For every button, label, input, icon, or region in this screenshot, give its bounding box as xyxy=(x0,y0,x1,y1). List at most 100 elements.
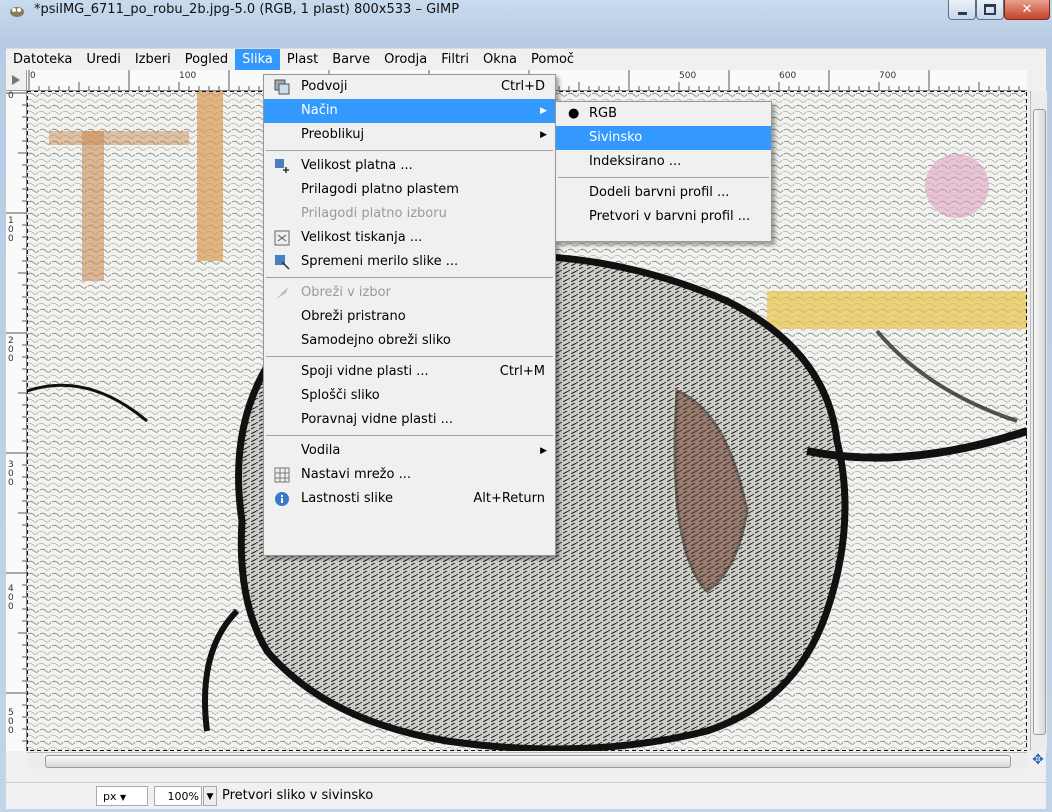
status-message: Pretvori sliko v sivinsko xyxy=(222,788,374,803)
menu-orodja[interactable]: Orodja xyxy=(377,49,434,71)
vertical-ruler: 0 100 200 300 400 500 xyxy=(6,91,27,751)
vertical-scrollbar[interactable] xyxy=(1030,91,1047,751)
menu-item-dodeli-barvni-profil[interactable]: Dodeli barvni profil ... xyxy=(556,181,771,205)
menu-filtri[interactable]: Filtri xyxy=(434,49,476,71)
menu-item-podvoji[interactable]: Podvoji Ctrl+D xyxy=(264,75,555,99)
menu-item-label: Način xyxy=(301,103,338,118)
menu-separator xyxy=(266,150,553,151)
menu-item-poravnaj-vidne-plasti[interactable]: Poravnaj vidne plasti ... xyxy=(264,408,555,432)
menu-item-indeksirano[interactable]: Indeksirano ... xyxy=(556,150,771,174)
menu-item-shortcut: Alt+Return xyxy=(473,491,545,506)
menu-item-label: Velikost tiskanja ... xyxy=(301,230,423,245)
submenu-arrow-icon: ▶ xyxy=(540,130,547,140)
menu-item-spremeni-merilo-slike[interactable]: Spremeni merilo slike ... xyxy=(264,250,555,274)
menu-item-samodejno-obrezi[interactable]: Samodejno obreži sliko xyxy=(264,329,555,353)
duplicate-icon xyxy=(274,79,290,95)
quick-mask-toggle[interactable] xyxy=(6,70,27,91)
menu-item-vodila[interactable]: Vodila ▶ xyxy=(264,439,555,463)
zoom-dropdown-button[interactable]: ▼ xyxy=(203,786,217,806)
menu-item-rgb[interactable]: ● RGB xyxy=(556,102,771,126)
menu-bar: Datoteka Uredi Izberi Pogled Slika Plast… xyxy=(6,48,1046,71)
menu-pomoc[interactable]: Pomoč xyxy=(524,49,581,71)
chevron-down-icon: ▼ xyxy=(206,792,214,802)
canvas-size-icon xyxy=(275,159,289,173)
chevron-down-icon: ▼ xyxy=(120,793,127,802)
menu-item-velikost-tiskanja[interactable]: Velikost tiskanja ... xyxy=(264,226,555,250)
menu-item-sivinsko[interactable]: Sivinsko xyxy=(556,126,771,150)
menu-item-label: Lastnosti slike xyxy=(301,491,393,506)
crop-icon xyxy=(276,287,288,299)
menu-separator xyxy=(266,435,553,436)
menu-separator xyxy=(266,277,553,278)
menu-item-splosci-sliko[interactable]: Splošči sliko xyxy=(264,384,555,408)
menu-item-label: RGB xyxy=(589,106,618,121)
scale-image-icon xyxy=(275,255,290,270)
menu-item-spoji-vidne-plasti[interactable]: Spoji vidne plasti ... Ctrl+M xyxy=(264,360,555,384)
slika-menu: Podvoji Ctrl+D Način ▶ Preoblikuj ▶ Veli… xyxy=(263,74,556,556)
nacin-submenu: ● RGB Sivinsko Indeksirano ... Dodeli ba… xyxy=(555,101,772,242)
menu-item-prilagodi-platno-izboru: Prilagodi platno izboru xyxy=(264,202,555,226)
menu-item-shortcut: Ctrl+M xyxy=(499,364,545,379)
window-title: *psiIMG_6711_po_robu_2b.jpg-5.0 (RGB, 1 … xyxy=(34,2,460,17)
menu-okna[interactable]: Okna xyxy=(476,49,524,71)
menu-item-label: Dodeli barvni profil ... xyxy=(589,185,730,200)
menu-item-label: Spoji vidne plasti ... xyxy=(301,364,429,379)
title-bar: *psiIMG_6711_po_robu_2b.jpg-5.0 (RGB, 1 … xyxy=(0,0,1052,22)
menu-item-label: Prilagodi platno plastem xyxy=(301,182,459,197)
menu-item-label: Poravnaj vidne plasti ... xyxy=(301,412,454,427)
info-icon xyxy=(275,492,289,506)
menu-item-preoblikuj[interactable]: Preoblikuj ▶ xyxy=(264,123,555,147)
menu-slika[interactable]: Slika xyxy=(235,49,280,71)
menu-pogled[interactable]: Pogled xyxy=(178,49,235,71)
menu-item-obrezi-v-izbor: Obreži v izbor xyxy=(264,281,555,305)
menu-item-label: Spremeni merilo slike ... xyxy=(301,254,459,269)
gimp-icon xyxy=(10,7,24,17)
menu-item-obrezi-pristrano[interactable]: Obreži pristrano xyxy=(264,305,555,329)
submenu-arrow-icon: ▶ xyxy=(540,106,547,116)
menu-plast[interactable]: Plast xyxy=(280,49,325,71)
vertical-scroll-thumb[interactable] xyxy=(1033,109,1046,735)
menu-item-label: Prilagodi platno izboru xyxy=(301,206,447,221)
minimize-icon xyxy=(957,11,967,15)
menu-separator xyxy=(266,356,553,357)
menu-item-label: Sivinsko xyxy=(589,130,643,145)
horizontal-scrollbar[interactable] xyxy=(27,752,1027,769)
menu-item-label: Preoblikuj xyxy=(301,127,365,142)
grid-icon xyxy=(274,467,290,483)
zoom-input[interactable]: 100% xyxy=(154,786,202,806)
menu-item-label: Obreži v izbor xyxy=(301,285,391,300)
menu-item-nastavi-mrezo[interactable]: Nastavi mrežo ... xyxy=(264,463,555,487)
menu-item-prilagodi-platno-plastem[interactable]: Prilagodi platno plastem xyxy=(264,178,555,202)
navigate-icon: ✥ xyxy=(1032,752,1044,768)
menu-item-pretvori-v-barvni-profil[interactable]: Pretvori v barvni profil ... xyxy=(556,205,771,229)
menu-barve[interactable]: Barve xyxy=(325,49,377,71)
menu-arrow-icon xyxy=(12,75,20,85)
unit-select[interactable]: px ▼ xyxy=(96,786,148,806)
menu-item-shortcut: Ctrl+D xyxy=(500,79,545,94)
close-icon: ✕ xyxy=(1021,2,1033,17)
menu-item-label: Samodejno obreži sliko xyxy=(301,333,451,348)
menu-item-lastnosti-slike[interactable]: Lastnosti slike Alt+Return xyxy=(264,487,555,511)
menu-item-label: Podvoji xyxy=(301,79,348,94)
ruler-ticks xyxy=(6,92,26,742)
close-button[interactable]: ✕ xyxy=(1004,0,1050,20)
menu-uredi[interactable]: Uredi xyxy=(79,49,127,71)
menu-item-nacin[interactable]: Način ▶ xyxy=(264,99,555,123)
print-size-icon xyxy=(274,230,290,246)
menu-separator xyxy=(558,177,769,178)
menu-item-label: Pretvori v barvni profil ... xyxy=(589,209,751,224)
menu-item-velikost-platna[interactable]: Velikost platna ... xyxy=(264,154,555,178)
maximize-button[interactable] xyxy=(976,0,1004,20)
menu-item-label: Vodila xyxy=(301,443,341,458)
menu-item-label: Nastavi mrežo ... xyxy=(301,467,411,482)
status-bar: px ▼ 100% ▼ Pretvori sliko v sivinsko xyxy=(6,782,1046,809)
navigate-button[interactable]: ✥ xyxy=(1030,752,1046,768)
horizontal-scroll-thumb[interactable] xyxy=(45,755,1011,768)
maximize-icon xyxy=(984,4,996,15)
menu-item-label: Indeksirano ... xyxy=(589,154,682,169)
minimize-button[interactable] xyxy=(948,0,976,20)
menu-izberi[interactable]: Izberi xyxy=(128,49,178,71)
submenu-arrow-icon: ▶ xyxy=(540,446,547,456)
unit-value: px xyxy=(103,790,117,803)
menu-datoteka[interactable]: Datoteka xyxy=(6,49,79,71)
